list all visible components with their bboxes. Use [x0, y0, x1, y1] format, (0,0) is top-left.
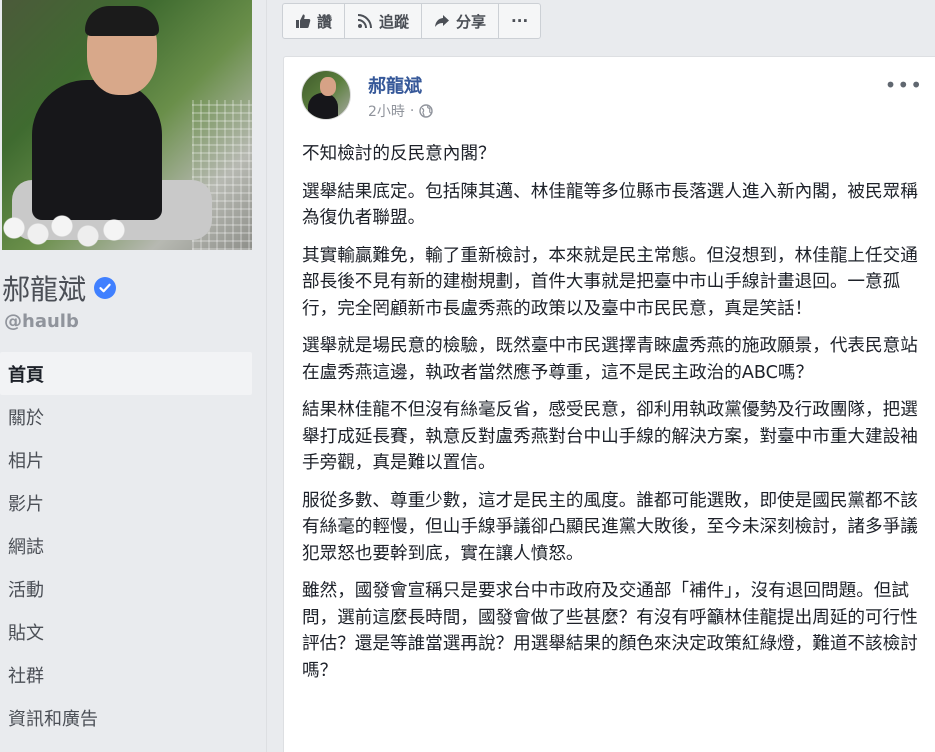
post-meta: 2小時 · — [368, 101, 434, 121]
rss-icon — [357, 14, 373, 29]
column-divider — [266, 0, 267, 752]
page-name-row: 郝龍斌 — [2, 268, 117, 308]
nav-item-videos[interactable]: 影片 — [0, 481, 252, 524]
baseballs — [2, 212, 152, 250]
left-column: 郝龍斌 @haulb 首頁 關於 相片 影片 網誌 活動 貼文 社群 資訊和廣告 — [0, 0, 262, 752]
share-arrow-icon — [435, 15, 450, 27]
more-actions-button[interactable]: ··· — [499, 4, 540, 38]
post-paragraph: 選舉結果底定。包括陳其邁、林佳龍等多位縣市長落選人進入新內閣，被民眾稱為復仇者聯… — [302, 181, 918, 229]
nav-item-info-and-ads[interactable]: 資訊和廣告 — [0, 696, 252, 739]
post-card: 郝龍斌 2小時 · ••• 不知檢討的反民意內閣？ 選舉結果底定。包括陳其邁、林… — [283, 56, 935, 752]
post-body: 不知檢討的反民意內閣？ 選舉結果底定。包括陳其邁、林佳龍等多位縣市長落選人進入新… — [302, 141, 922, 695]
post-paragraph: 選舉就是場民意的檢驗，既然臺中市民選擇青睞盧秀燕的施政願景，代表民意站在盧秀燕這… — [302, 336, 918, 383]
post-paragraph: 不知檢討的反民意內閣？ — [302, 144, 496, 164]
post-timestamp[interactable]: 2小時 — [368, 101, 405, 121]
post-paragraph: 服從多數、尊重少數，這才是民主的風度。誰都可能選敗，即使是國民黨都不該有絲毫的輕… — [302, 490, 918, 564]
page-nav: 首頁 關於 相片 影片 網誌 活動 貼文 社群 資訊和廣告 — [0, 352, 252, 739]
author-avatar[interactable] — [301, 70, 351, 120]
page-name[interactable]: 郝龍斌 — [2, 268, 86, 308]
post-paragraph: 雖然，國發會宣稱只是要求台中市政府及交通部「補件」，沒有退回問題。但試問，選前這… — [302, 581, 918, 681]
post-paragraph: 其實輸贏難免，輸了重新檢討，本來就是民主常態。但沒想到，林佳龍上任交通部長後不見… — [302, 245, 918, 319]
verified-badge-icon — [94, 277, 117, 299]
post-paragraph: 結果林佳龍不但沒有絲毫反省，感受民意，卻利用執政黨優勢及行政團隊，把選舉打成延長… — [302, 400, 918, 473]
page-action-bar: 讚 追蹤 分享 ··· — [282, 3, 542, 39]
nav-item-home[interactable]: 首頁 — [0, 352, 252, 395]
nav-item-about[interactable]: 關於 — [0, 395, 252, 438]
like-button[interactable]: 讚 — [283, 4, 346, 38]
nav-item-notes[interactable]: 網誌 — [0, 524, 252, 567]
follow-button[interactable]: 追蹤 — [345, 4, 423, 38]
page-handle[interactable]: @haulb — [4, 311, 79, 332]
nav-item-posts[interactable]: 貼文 — [0, 610, 252, 653]
nav-item-photos[interactable]: 相片 — [0, 438, 252, 481]
globe-icon — [419, 104, 434, 118]
more-dots-icon: ··· — [511, 12, 529, 30]
profile-picture[interactable] — [2, 0, 252, 250]
post-author[interactable]: 郝龍斌 — [368, 72, 422, 98]
share-button[interactable]: 分享 — [422, 4, 500, 38]
nav-item-community[interactable]: 社群 — [0, 653, 252, 696]
post-options-icon[interactable]: ••• — [885, 73, 923, 97]
nav-item-events[interactable]: 活動 — [0, 567, 252, 610]
thumbs-up-icon — [296, 14, 311, 28]
